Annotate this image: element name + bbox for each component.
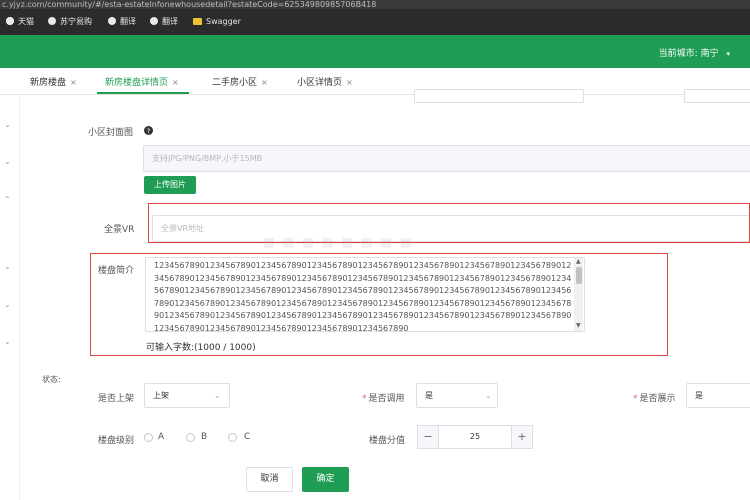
tab-second-hand-community[interactable]: 二手房小区 ×: [212, 75, 268, 88]
chevron-down-icon[interactable]: ⌄: [4, 120, 11, 129]
intro-scrollbar[interactable]: ▲ ▼: [574, 258, 583, 331]
score-decrement-button[interactable]: −: [417, 425, 439, 449]
cover-placeholder: 支持JPG/PNG/BMP,小于15MB: [152, 154, 263, 163]
top-field-partial[interactable]: [414, 89, 584, 103]
shown-label: * 是否展示: [633, 394, 676, 404]
bookmark-translate-2[interactable]: 翻译: [150, 16, 178, 28]
scroll-up-icon[interactable]: ▲: [576, 258, 581, 265]
close-icon[interactable]: ×: [70, 78, 77, 87]
folder-icon: [193, 18, 202, 25]
chevron-down-icon[interactable]: ⌄: [4, 300, 11, 309]
svg-text:?: ?: [147, 127, 151, 135]
vr-highlight-box: [148, 203, 750, 243]
translate-icon: [108, 17, 116, 25]
close-icon[interactable]: ×: [346, 78, 353, 87]
score-label: 楼盘分值: [369, 436, 406, 446]
suning-icon: [48, 17, 56, 25]
close-icon[interactable]: ×: [172, 78, 179, 87]
confirm-button[interactable]: 确定: [302, 467, 349, 492]
chevron-down-icon: ⌄: [214, 391, 221, 400]
status-section-label: 状态:: [42, 375, 61, 384]
intro-label: 楼盘简介: [98, 266, 135, 276]
level-option-a: A: [158, 432, 165, 442]
sidebar: ⌄ ⌄ ⌃ ⌄ ⌄ ⌄: [0, 95, 20, 500]
city-label: 当前城市:: [658, 49, 698, 59]
tmall-icon: [6, 17, 14, 25]
level-label: 楼盘级别: [98, 436, 135, 446]
cancel-button[interactable]: 取消: [246, 467, 293, 492]
score-increment-button[interactable]: +: [511, 425, 533, 449]
scroll-down-icon[interactable]: ▼: [576, 322, 581, 329]
vr-label: 全景VR: [104, 225, 135, 235]
intro-textarea[interactable]: 1234567890123456789012345678901234567890…: [145, 257, 585, 332]
level-option-c: C: [244, 432, 251, 442]
form-panel: 小区封面图 ? 支持JPG/PNG/BMP,小于15MB 上传图片 全景VR 全…: [24, 89, 750, 500]
app-header: 当前城市: 南宁 ▾: [0, 35, 750, 68]
level-option-b: B: [201, 432, 208, 442]
chevron-up-icon[interactable]: ⌃: [4, 195, 11, 204]
translate-icon: [150, 17, 158, 25]
bookmark-tmall[interactable]: 天猫: [6, 16, 34, 28]
chevron-down-icon[interactable]: ⌄: [4, 157, 11, 166]
top-field-partial-right[interactable]: [684, 89, 750, 103]
city-value: 南宁: [700, 49, 719, 59]
tab-new-house-detail[interactable]: 新房楼盘详情页 ×: [105, 75, 179, 88]
city-selector[interactable]: 当前城市: 南宁 ▾: [659, 46, 730, 59]
address-text: c.yjyz.com/community/#/esta-estatelnfone…: [2, 0, 377, 9]
chevron-down-icon[interactable]: ⌄: [4, 337, 11, 346]
bookmark-translate-1[interactable]: 翻译: [108, 16, 136, 28]
listed-label: 是否上架: [98, 394, 135, 404]
cover-label: 小区封面图: [88, 128, 134, 138]
level-radio-a[interactable]: [144, 433, 153, 442]
bookmark-suning[interactable]: 苏宁易购: [48, 16, 92, 28]
question-circle-icon[interactable]: ?: [144, 126, 153, 135]
tab-bar: 新房楼盘 × 新房楼盘详情页 × 二手房小区 × 小区详情页 ×: [0, 68, 750, 95]
active-tab-indicator: [97, 92, 189, 94]
cover-upload-field[interactable]: 支持JPG/PNG/BMP,小于15MB: [143, 145, 750, 172]
chevron-down-icon: ▾: [726, 50, 730, 58]
scroll-thumb[interactable]: [576, 267, 582, 284]
chevron-down-icon[interactable]: ⌄: [4, 262, 11, 271]
watermark: ▪▪▪▪▪▪▪▪: [262, 229, 419, 253]
address-bar[interactable]: c.yjyz.com/community/#/esta-estatelnfone…: [0, 0, 750, 9]
level-radio-c[interactable]: [228, 433, 237, 442]
callable-label: * 是否调用: [362, 394, 405, 404]
tab-new-house[interactable]: 新房楼盘 ×: [30, 75, 77, 88]
upload-image-button[interactable]: 上传图片: [144, 176, 196, 194]
tab-community-detail[interactable]: 小区详情页 ×: [297, 75, 353, 88]
chevron-down-icon: ⌄: [485, 391, 492, 400]
close-icon[interactable]: ×: [261, 78, 268, 87]
score-input[interactable]: 25: [438, 425, 512, 449]
bookmark-swagger[interactable]: Swagger: [193, 16, 241, 28]
shown-select[interactable]: 是: [686, 383, 750, 408]
level-radio-b[interactable]: [186, 433, 195, 442]
bookmarks-bar: 天猫 苏宁易购 翻译 翻译 Swagger: [0, 9, 750, 35]
intro-char-counter: 可输入字数:(1000 / 1000): [146, 343, 256, 353]
